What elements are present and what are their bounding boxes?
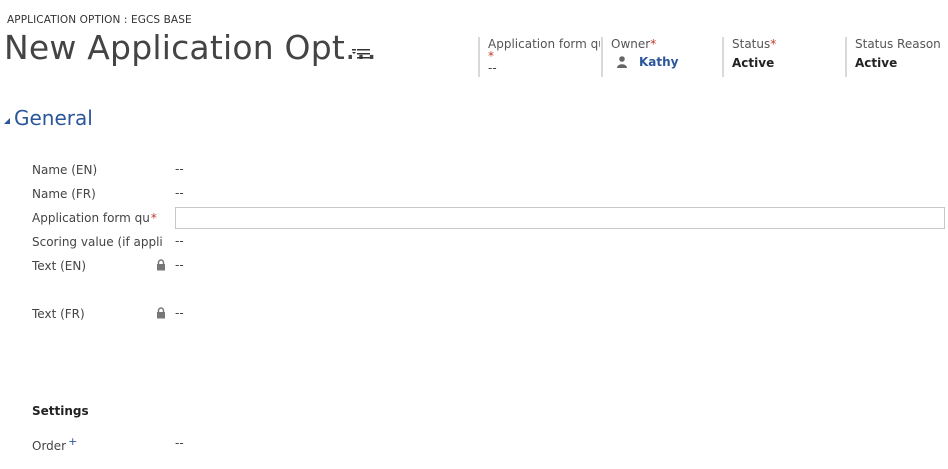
- section-general-toggle[interactable]: General: [4, 106, 93, 130]
- field-label-text-en: Text (EN): [32, 259, 87, 273]
- user-icon: [617, 56, 627, 68]
- header-field-status-reason[interactable]: Status Reason Active: [845, 37, 948, 77]
- header-field-label: Owner: [611, 37, 651, 51]
- field-label-order: Order +: [32, 435, 77, 453]
- field-label-name-en: Name (EN): [32, 163, 98, 177]
- field-value-name-en[interactable]: --: [175, 162, 184, 176]
- field-value-order[interactable]: --: [175, 436, 184, 450]
- required-asterisk: *: [488, 49, 494, 63]
- header-field-value: --: [488, 61, 497, 75]
- header-field-application-form-question[interactable]: Application form qu * --: [478, 37, 600, 77]
- required-asterisk: *: [770, 37, 777, 51]
- settings-heading: Settings: [32, 404, 89, 418]
- required-asterisk: *: [650, 37, 657, 51]
- field-value-name-fr[interactable]: --: [175, 186, 184, 200]
- header-field-label: Status Reason: [855, 37, 941, 51]
- entity-label: APPLICATION OPTION : EGCS BASE: [7, 14, 192, 26]
- field-value-text-en: --: [175, 258, 184, 272]
- field-label-application-form-question: Application form qu*: [32, 211, 157, 225]
- field-label-text: Application form qu: [32, 211, 150, 225]
- lock-icon: [157, 307, 165, 319]
- header-field-value: Active: [732, 56, 775, 70]
- header-field-status[interactable]: Status* Active: [722, 37, 844, 77]
- header-field-owner[interactable]: Owner* Kathy: [601, 37, 721, 77]
- header-field-label: Application form qu: [488, 37, 600, 51]
- header-field-label: Status: [732, 37, 771, 51]
- field-label-name-fr: Name (FR): [32, 187, 96, 201]
- application-form-question-input[interactable]: [175, 207, 945, 229]
- collapse-caret-icon: [4, 118, 10, 124]
- required-asterisk: *: [150, 211, 157, 225]
- field-value-scoring-value[interactable]: --: [175, 234, 184, 248]
- field-label-text: Order: [32, 439, 67, 453]
- record-title: New Application Opt...: [4, 28, 378, 67]
- field-value-text-fr: --: [175, 306, 184, 320]
- section-title: General: [14, 106, 93, 130]
- header-field-value: Active: [855, 56, 898, 70]
- record-form: APPLICATION OPTION : EGCS BASE New Appli…: [0, 0, 948, 469]
- recommended-marker: +: [68, 435, 78, 448]
- lock-icon: [157, 259, 165, 271]
- field-label-scoring-value: Scoring value (if appli: [32, 235, 163, 249]
- form-selector-menu-icon[interactable]: [352, 47, 370, 61]
- owner-lookup-link[interactable]: Kathy: [617, 55, 679, 69]
- owner-name: Kathy: [639, 55, 679, 69]
- field-label-text-fr: Text (FR): [32, 307, 85, 321]
